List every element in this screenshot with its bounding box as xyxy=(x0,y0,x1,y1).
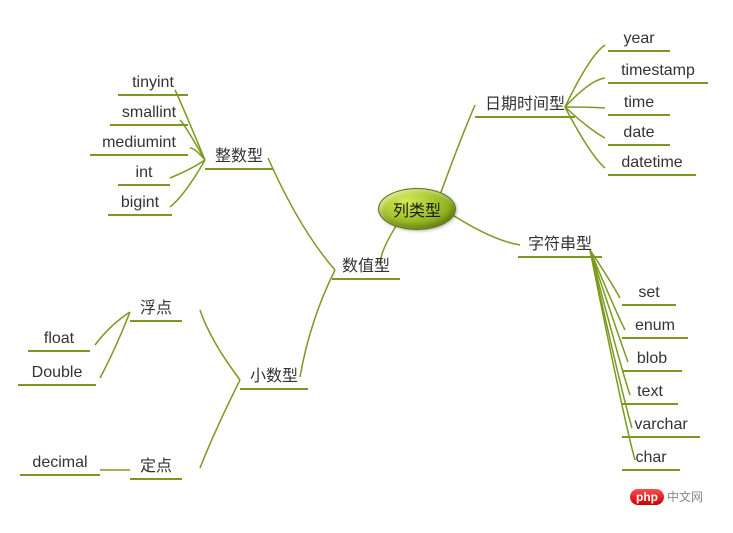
leaf-timestamp: timestamp xyxy=(608,60,708,84)
leaf-time: time xyxy=(608,92,670,116)
branch-decimal-type: 小数型 xyxy=(240,360,308,390)
leaf-double: Double xyxy=(18,362,96,386)
leaf-datetime: datetime xyxy=(608,152,696,176)
watermark-text: 中文网 xyxy=(667,488,703,505)
leaf-mediumint: mediumint xyxy=(90,132,188,156)
leaf-date: date xyxy=(608,122,670,146)
leaf-blob: blob xyxy=(622,348,682,372)
branch-integer: 整数型 xyxy=(205,140,273,170)
leaf-bigint: bigint xyxy=(108,192,172,216)
leaf-smallint: smallint xyxy=(110,102,188,126)
leaf-varchar: varchar xyxy=(622,414,700,438)
branch-datetime: 日期时间型 xyxy=(475,88,575,118)
leaf-text: text xyxy=(622,381,678,405)
branch-float: 浮点 xyxy=(130,292,182,322)
root-node: 列类型 xyxy=(378,188,456,230)
leaf-float: float xyxy=(28,328,90,352)
leaf-char: char xyxy=(622,447,680,471)
leaf-enum: enum xyxy=(622,315,688,339)
watermark: php 中文网 xyxy=(630,488,703,505)
branch-string: 字符串型 xyxy=(518,228,602,258)
watermark-badge: php xyxy=(630,489,664,505)
leaf-set: set xyxy=(622,282,676,306)
leaf-year: year xyxy=(608,28,670,52)
branch-fixed: 定点 xyxy=(130,450,182,480)
leaf-int: int xyxy=(118,162,170,186)
leaf-decimal: decimal xyxy=(20,452,100,476)
leaf-tinyint: tinyint xyxy=(118,72,188,96)
branch-numeric: 数值型 xyxy=(332,250,400,280)
